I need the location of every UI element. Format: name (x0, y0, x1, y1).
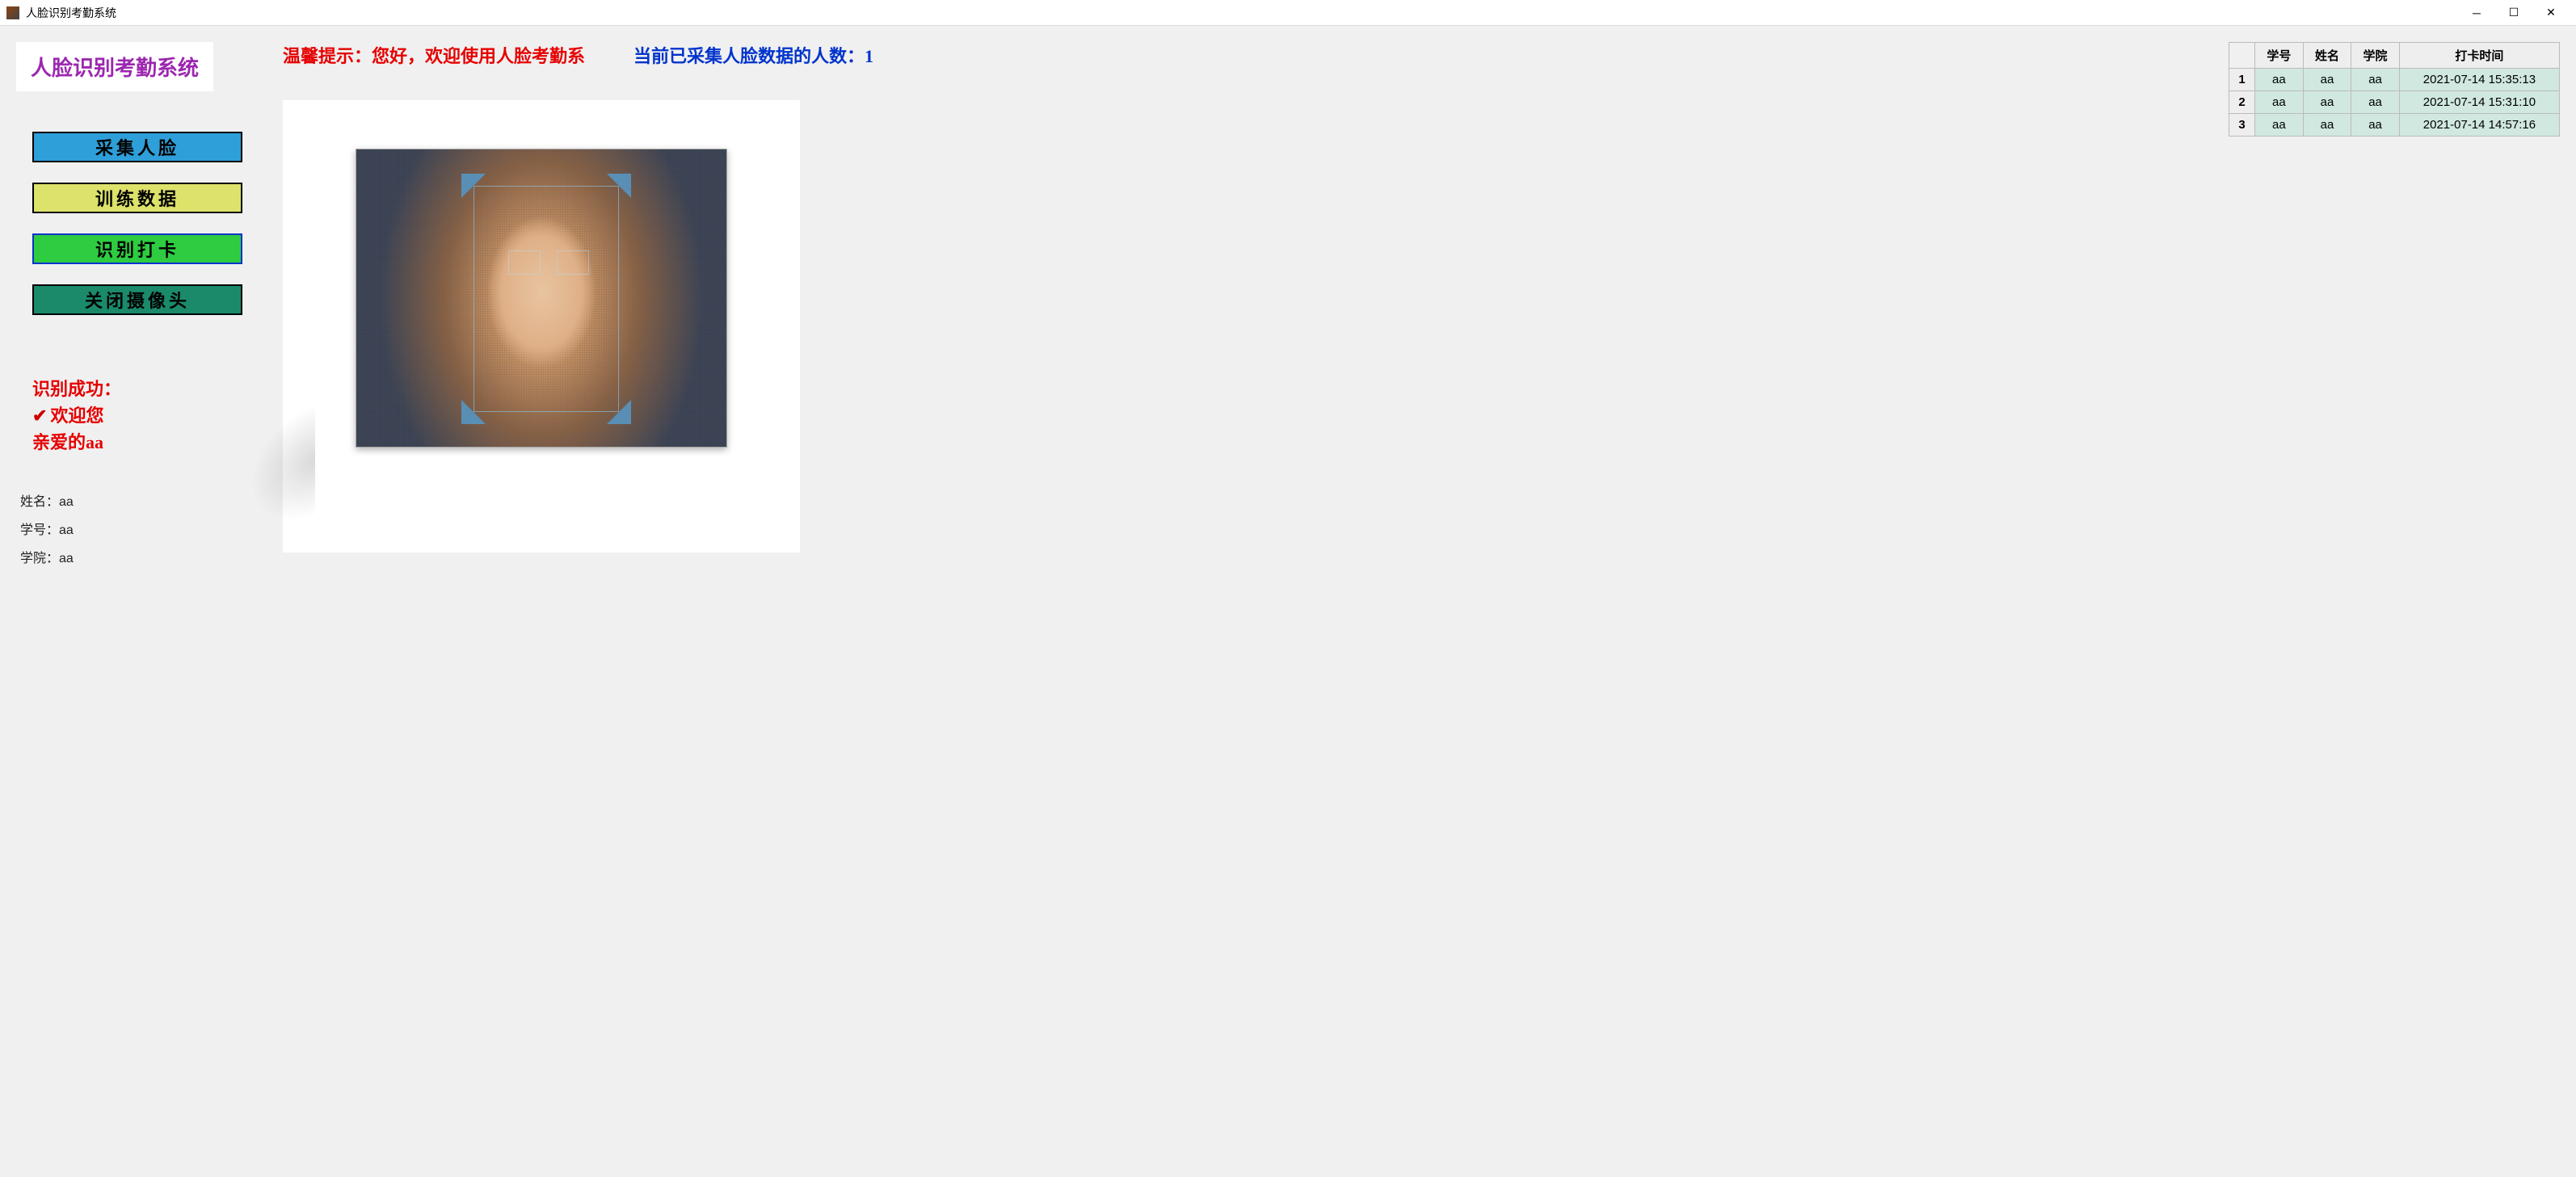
cell-college: aa (2351, 69, 2400, 91)
cell-time: 2021-07-14 14:57:16 (2399, 114, 2559, 137)
table-row[interactable]: 2aaaaaa2021-07-14 15:31:10 (2229, 91, 2560, 114)
col-name: 姓名 (2303, 43, 2351, 69)
cell-college: aa (2351, 91, 2400, 114)
eye-marker-right (557, 250, 589, 275)
cell-idx: 2 (2229, 91, 2255, 114)
name-value: aa (59, 495, 74, 509)
maximize-button[interactable]: ☐ (2495, 0, 2532, 26)
status-line-3: 亲爱的aa (32, 429, 267, 456)
col-time: 打卡时间 (2399, 43, 2559, 69)
cell-time: 2021-07-14 15:31:10 (2399, 91, 2559, 114)
name-label: 姓名： (20, 495, 59, 509)
camera-panel (283, 100, 800, 553)
sidebar: 人脸识别考勤系统 采集人脸 训练数据 识别打卡 关闭摄像头 识别成功： ✔ 欢迎… (8, 42, 267, 1161)
camera-view (356, 149, 727, 448)
center-panel: 温馨提示：您好，欢迎使用人脸考勤系 当前已采集人脸数据的人数：1 (283, 42, 2212, 1161)
train-data-button[interactable]: 训练数据 (32, 183, 242, 213)
cell-name: aa (2303, 91, 2351, 114)
table-row[interactable]: 3aaaaaa2021-07-14 14:57:16 (2229, 114, 2560, 137)
cell-sid: aa (2255, 69, 2304, 91)
status-line-2: 欢迎您 (50, 402, 103, 429)
window-title: 人脸识别考勤系统 (26, 5, 2458, 21)
recognition-status: 识别成功： ✔ 欢迎您 亲爱的aa (32, 376, 267, 456)
frame-corner-tl (461, 174, 486, 198)
hint-text: 温馨提示：您好，欢迎使用人脸考勤系 (283, 42, 585, 68)
collect-face-button[interactable]: 采集人脸 (32, 132, 242, 162)
titlebar[interactable]: 人脸识别考勤系统 ─ ☐ ✕ (0, 0, 2576, 26)
col-college: 学院 (2351, 43, 2400, 69)
id-value: aa (59, 523, 74, 537)
cell-sid: aa (2255, 91, 2304, 114)
eye-marker-left (508, 250, 541, 275)
cell-college: aa (2351, 114, 2400, 137)
table-row[interactable]: 1aaaaaa2021-07-14 15:35:13 (2229, 69, 2560, 91)
face-detection-frame (461, 174, 631, 424)
frame-corner-bl (461, 400, 486, 424)
id-label: 学号： (20, 523, 59, 537)
person-info: 姓名：aa 学号：aa 学院：aa (20, 488, 267, 574)
records-panel: 学号 姓名 学院 打卡时间 1aaaaaa2021-07-14 15:35:13… (2229, 42, 2568, 1161)
college-label: 学院： (20, 552, 59, 565)
cell-sid: aa (2255, 114, 2304, 137)
check-icon: ✔ (32, 402, 47, 429)
count-value: 1 (865, 46, 873, 66)
col-index (2229, 43, 2255, 69)
cell-name: aa (2303, 69, 2351, 91)
attendance-table: 学号 姓名 学院 打卡时间 1aaaaaa2021-07-14 15:35:13… (2229, 42, 2560, 137)
cell-idx: 3 (2229, 114, 2255, 137)
close-camera-button[interactable]: 关闭摄像头 (32, 284, 242, 315)
close-button[interactable]: ✕ (2532, 0, 2570, 26)
app-icon (6, 6, 19, 19)
cell-idx: 1 (2229, 69, 2255, 91)
table-header-row: 学号 姓名 学院 打卡时间 (2229, 43, 2560, 69)
status-line-1: 识别成功： (32, 376, 267, 402)
count-label: 当前已采集人脸数据的人数： (633, 46, 865, 66)
frame-corner-br (607, 400, 631, 424)
col-sid: 学号 (2255, 43, 2304, 69)
cell-time: 2021-07-14 15:35:13 (2399, 69, 2559, 91)
app-title: 人脸识别考勤系统 (16, 42, 213, 91)
recognize-button[interactable]: 识别打卡 (32, 233, 242, 264)
cell-name: aa (2303, 114, 2351, 137)
college-value: aa (59, 552, 74, 565)
frame-corner-tr (607, 174, 631, 198)
minimize-button[interactable]: ─ (2458, 0, 2495, 26)
panel-shadow (250, 403, 315, 540)
